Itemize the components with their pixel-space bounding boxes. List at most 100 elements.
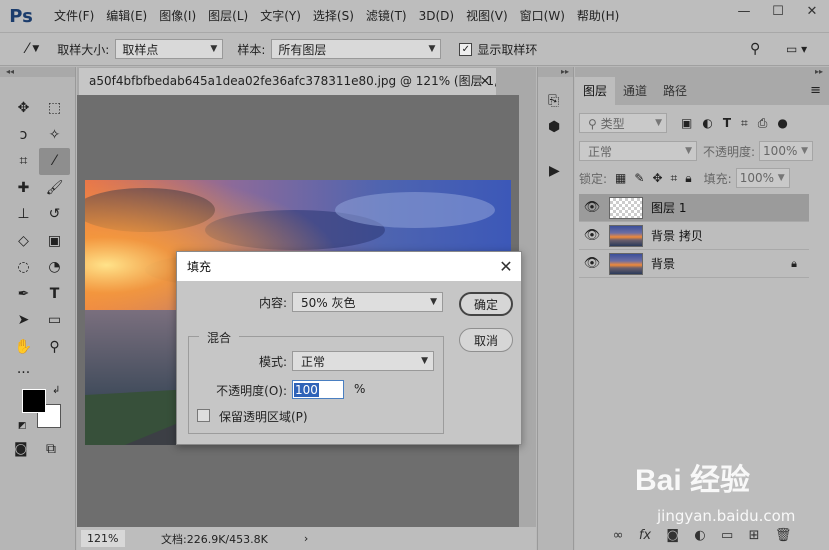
show-ring-checkbox[interactable]: ✓ — [459, 42, 473, 56]
menu-type[interactable]: 文字(Y) — [254, 0, 307, 32]
content-select[interactable]: 50% 灰色 ▼ — [292, 292, 443, 312]
marquee-tool-icon[interactable]: ⬚ — [39, 95, 70, 122]
menu-file[interactable]: 文件(F) — [48, 0, 100, 32]
layer-row-background-copy[interactable]: 👁︎ 背景 拷贝 — [579, 222, 809, 250]
cancel-button[interactable]: 取消 — [459, 328, 513, 352]
preserve-transparency-checkbox[interactable] — [197, 409, 210, 422]
add-mask-icon[interactable]: ◙ — [666, 528, 679, 543]
history-panel-icon[interactable]: ⎘ — [548, 93, 559, 109]
move-tool-icon[interactable]: ✥ — [8, 95, 39, 122]
filter-adjustment-icon[interactable]: ◐ — [702, 116, 712, 130]
close-icon[interactable]: ✕ — [795, 0, 829, 22]
panel-collapse-icon[interactable]: ▸▸ — [538, 67, 573, 77]
layer-style-icon[interactable]: fx — [639, 528, 651, 543]
layer-thumbnail — [609, 224, 643, 247]
eye-icon[interactable]: 👁︎ — [579, 200, 605, 215]
panel-collapse-icon[interactable]: ◂◂ — [0, 67, 75, 77]
menu-select[interactable]: 选择(S) — [307, 0, 360, 32]
default-colors-icon[interactable]: ◩ — [18, 421, 27, 431]
lock-transparent-icon[interactable]: ▦ — [615, 171, 626, 185]
filter-type-icon[interactable]: T — [723, 116, 731, 130]
layer-opacity-field[interactable]: 100% ▼ — [759, 141, 814, 161]
foreground-color-swatch[interactable] — [22, 389, 46, 413]
play-actions-icon[interactable]: ▶ — [549, 163, 560, 179]
type-tool-icon[interactable]: T — [39, 281, 70, 308]
path-selection-tool-icon[interactable]: ➤ — [8, 307, 39, 334]
new-layer-icon[interactable]: ⊞ — [749, 528, 760, 543]
tool-grid: ✥ ⬚ ↄ ✧ ⌗ ⁄ ✚ 🖌 ⊥ ↺ ◇ ▣ ◌ ◔ ✒ T ➤ ▭ ✋ ⚲ … — [8, 95, 70, 387]
lock-all-icon[interactable]: 🔒︎ — [685, 171, 691, 186]
mode-select[interactable]: 正常 ▼ — [292, 351, 434, 371]
panel-collapse-icon[interactable]: ▸▸ — [575, 67, 829, 77]
maximize-icon[interactable]: ☐ — [761, 0, 795, 22]
history-brush-tool-icon[interactable]: ↺ — [39, 201, 70, 228]
trash-icon[interactable]: 🗑︎ — [775, 528, 792, 543]
layer-fill-field[interactable]: 100% ▼ — [735, 168, 790, 188]
filter-shape-icon[interactable]: ⌗ — [741, 116, 748, 131]
lasso-tool-icon[interactable]: ↄ — [8, 122, 39, 149]
hand-tool-icon[interactable]: ✋ — [8, 334, 39, 361]
gradient-tool-icon[interactable]: ▣ — [39, 228, 70, 255]
new-group-icon[interactable]: ▭ — [721, 528, 733, 543]
eye-icon[interactable]: 👁︎ — [579, 256, 605, 271]
opacity-input[interactable]: 100 — [292, 380, 344, 399]
sample-select[interactable]: 所有图层 ▼ — [271, 39, 442, 59]
layer-filter-row: ⚲ 类型 ▼ ▣ ◐ T ⌗ ⎙ ● — [579, 113, 788, 133]
lock-position-icon[interactable]: ✥ — [652, 171, 662, 185]
menu-3d[interactable]: 3D(D) — [413, 0, 460, 32]
close-icon[interactable]: ✕ — [480, 68, 490, 95]
magic-wand-tool-icon[interactable]: ✧ — [39, 122, 70, 149]
dodge-tool-icon[interactable]: ◔ — [39, 254, 70, 281]
layer-filter-select[interactable]: ⚲ 类型 ▼ — [579, 113, 667, 133]
workspace-icon[interactable]: ▭ ▾ — [786, 42, 807, 56]
zoom-field[interactable]: 121% — [81, 530, 125, 547]
lock-image-icon[interactable]: ✎ — [634, 171, 644, 185]
tab-channels[interactable]: 通道 — [615, 77, 655, 105]
menu-window[interactable]: 窗口(W) — [514, 0, 571, 32]
layer-row-layer1[interactable]: 👁︎ 图层 1 — [579, 194, 809, 222]
brush-tool-icon[interactable]: 🖌 — [39, 175, 70, 202]
3d-panel-icon[interactable]: ⬢ — [548, 119, 560, 135]
swap-colors-icon[interactable]: ↲ — [52, 385, 60, 396]
ok-button[interactable]: 确定 — [459, 292, 513, 316]
filter-smart-object-icon[interactable]: ⎙ — [758, 116, 768, 131]
filter-toggle-icon[interactable]: ● — [777, 116, 787, 130]
chevron-right-icon[interactable]: › — [304, 532, 308, 545]
screen-mode-icon[interactable]: ⧉ — [46, 441, 56, 457]
pen-tool-icon[interactable]: ✒ — [8, 281, 39, 308]
healing-brush-tool-icon[interactable]: ✚ — [8, 175, 39, 202]
adjustment-layer-icon[interactable]: ◐ — [694, 528, 705, 543]
rectangle-tool-icon[interactable]: ▭ — [39, 307, 70, 334]
panel-menu-icon[interactable]: ≡ — [810, 77, 821, 105]
menu-view[interactable]: 视图(V) — [460, 0, 514, 32]
menu-image[interactable]: 图像(I) — [153, 0, 202, 32]
layer-blend-mode-select[interactable]: 正常 ▼ — [579, 141, 697, 161]
document-tab[interactable]: a50f4bfbfbedab645a1dea02fe36afc378311e80… — [79, 68, 496, 95]
eyedropper-tool-icon[interactable]: ⁄ — [39, 148, 70, 175]
tab-paths[interactable]: 路径 — [655, 77, 695, 105]
mode-value: 正常 — [301, 354, 326, 369]
zoom-tool-icon[interactable]: ⚲ — [39, 334, 70, 361]
quick-mask-icon[interactable]: ◙ — [14, 441, 28, 457]
menu-filter[interactable]: 滤镜(T) — [360, 0, 413, 32]
eye-icon[interactable]: 👁︎ — [579, 228, 605, 243]
crop-tool-icon[interactable]: ⌗ — [8, 148, 39, 175]
clone-stamp-tool-icon[interactable]: ⊥ — [8, 201, 39, 228]
more-tools-icon[interactable]: ··· — [8, 360, 39, 387]
blur-tool-icon[interactable]: ◌ — [8, 254, 39, 281]
menu-help[interactable]: 帮助(H) — [571, 0, 625, 32]
minimize-icon[interactable]: — — [727, 0, 761, 22]
sample-size-select[interactable]: 取样点 ▼ — [115, 39, 224, 59]
eyedropper-tool-preset-icon[interactable]: ⁄ — [26, 41, 28, 57]
menu-layer[interactable]: 图层(L) — [202, 0, 254, 32]
link-layers-icon[interactable]: ∞ — [613, 528, 624, 543]
close-icon[interactable]: ✕ — [491, 257, 521, 276]
lock-artboard-icon[interactable]: ⌗ — [671, 171, 678, 186]
layer-row-background[interactable]: 👁︎ 背景 🔒︎ — [579, 250, 809, 278]
filter-pixel-icon[interactable]: ▣ — [681, 116, 692, 130]
chevron-down-icon[interactable]: ▼ — [32, 44, 39, 54]
menu-edit[interactable]: 编辑(E) — [100, 0, 153, 32]
tab-layers[interactable]: 图层 — [575, 77, 616, 105]
eraser-tool-icon[interactable]: ◇ — [8, 228, 39, 255]
search-icon[interactable]: ⚲ — [750, 41, 760, 57]
